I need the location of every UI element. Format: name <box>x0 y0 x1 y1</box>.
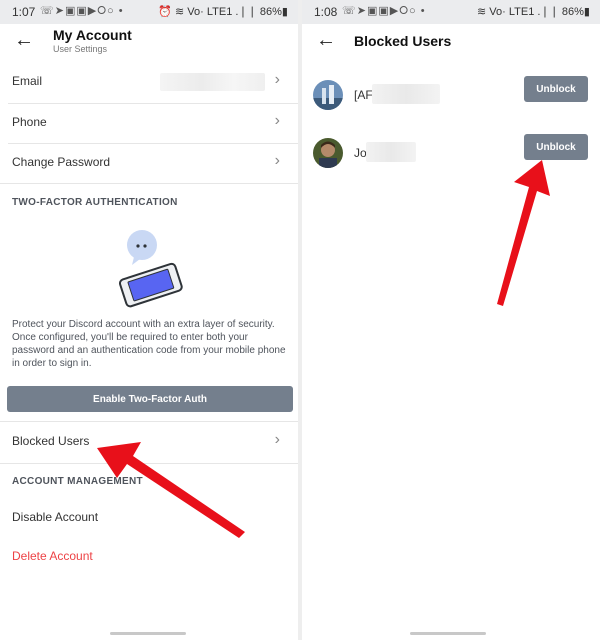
name-redacted <box>366 142 416 162</box>
two-factor-description: Protect your Discord account with an ext… <box>12 319 286 369</box>
chevron-right-icon: › <box>274 112 280 129</box>
back-arrow-icon[interactable]: ← <box>14 29 34 52</box>
unblock-button[interactable]: Unblock <box>524 134 588 160</box>
annotation-arrow <box>97 442 245 538</box>
my-account-screen: 1:07 ☏➤▣▣▶⭘○ • ⏰ ≋ Vo· LTE1 .❘❘ 86%▮ ← M… <box>0 0 298 640</box>
phone-row[interactable]: Phone › <box>0 103 298 143</box>
chevron-right-icon: › <box>274 431 280 448</box>
notification-icons: ☏➤▣▣▶⭘○ • <box>342 5 426 17</box>
email-value-redacted <box>160 73 265 91</box>
app-header: ← Blocked Users <box>302 24 600 64</box>
page-title: My Account <box>53 27 132 43</box>
user-name: Jo <box>354 146 367 160</box>
blocked-users-screen: 1:08 ☏➤▣▣▶⭘○ • ≋ Vo· LTE1 .❘❘ 86%▮ ← Blo… <box>302 0 600 640</box>
disable-account-label: Disable Account <box>12 510 99 524</box>
system-status: ≋ Vo· LTE1 .❘❘ 86%▮ <box>477 6 590 18</box>
gesture-nav-bar[interactable] <box>410 632 486 635</box>
avatar <box>313 138 343 168</box>
avatar <box>313 80 343 110</box>
page-subtitle: User Settings <box>53 44 108 54</box>
blocked-user-row: [AF Unblock <box>302 72 600 122</box>
change-password-row[interactable]: Change Password › <box>0 143 298 183</box>
phone-label: Phone <box>12 115 47 129</box>
back-arrow-icon[interactable]: ← <box>316 29 336 52</box>
delete-account-label: Delete Account <box>12 549 93 563</box>
page-title: Blocked Users <box>354 33 452 49</box>
delete-account-row[interactable]: Delete Account <box>0 537 298 577</box>
status-time: 1:08 <box>314 5 338 19</box>
phone-chat-illustration <box>118 230 183 308</box>
email-row[interactable]: Email › <box>0 62 298 102</box>
divider <box>0 183 298 184</box>
gesture-nav-bar[interactable] <box>110 632 186 635</box>
status-bar: 1:07 ☏➤▣▣▶⭘○ • ⏰ ≋ Vo· LTE1 .❘❘ 86%▮ <box>0 0 298 24</box>
email-label: Email <box>12 74 43 88</box>
app-header: ← My Account User Settings <box>0 24 298 64</box>
status-bar: 1:08 ☏➤▣▣▶⭘○ • ≋ Vo· LTE1 .❘❘ 86%▮ <box>302 0 600 24</box>
status-time: 1:07 <box>12 5 36 19</box>
notification-icons: ☏➤▣▣▶⭘○ • <box>40 5 124 17</box>
blocked-user-row: Jo Unblock <box>302 130 600 180</box>
chevron-right-icon: › <box>274 152 280 169</box>
enable-two-factor-button[interactable]: Enable Two-Factor Auth <box>7 386 293 412</box>
unblock-button[interactable]: Unblock <box>524 76 588 102</box>
two-factor-heading: TWO-FACTOR AUTHENTICATION <box>12 197 178 208</box>
chevron-right-icon: › <box>274 71 280 88</box>
user-name: [AF <box>354 88 373 102</box>
annotation-arrow <box>497 160 550 306</box>
blocked-users-label: Blocked Users <box>12 434 90 448</box>
name-redacted <box>372 84 440 104</box>
change-password-label: Change Password <box>12 155 111 169</box>
system-status: ⏰ ≋ Vo· LTE1 .❘❘ 86%▮ <box>158 6 288 18</box>
